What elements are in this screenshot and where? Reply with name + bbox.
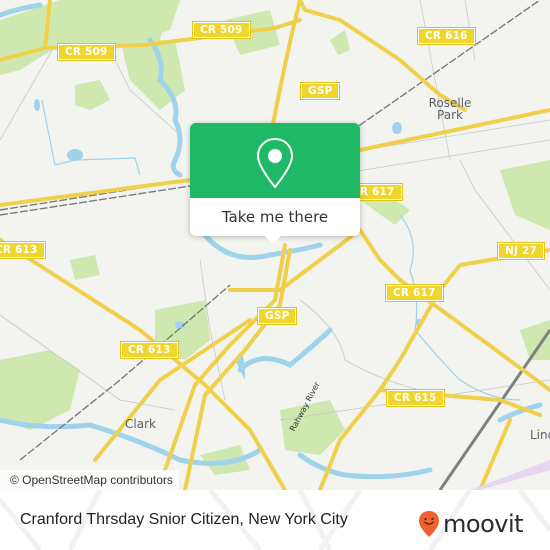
- road-shield-cr615: CR 615: [386, 389, 445, 407]
- road-shield-nj27: NJ 27: [497, 242, 545, 260]
- moovit-logo-text: moovit: [443, 510, 524, 538]
- stream: [41, 99, 141, 176]
- park-area: [75, 80, 110, 110]
- road-shield-cr613: CR 613: [120, 341, 179, 359]
- road-shield-cr509: CR 509: [57, 43, 116, 61]
- map-attribution[interactable]: © OpenStreetMap contributors: [0, 470, 179, 490]
- park-area: [0, 350, 80, 430]
- map-base-layer: [0, 0, 550, 490]
- location-title: Cranford Thrsday Snior Citizen, New York…: [20, 511, 348, 528]
- map-view[interactable]: CR 509 CR 509 CR 616 GSP CR 617 CR 613 N…: [0, 0, 550, 490]
- river: [202, 232, 323, 260]
- road-shield-gsp: GSP: [256, 307, 298, 325]
- road-shield-cr509: CR 509: [192, 21, 251, 39]
- pond: [67, 149, 83, 161]
- place-label-linden: Lind: [530, 428, 550, 442]
- main-railway: [438, 329, 550, 490]
- pond: [34, 99, 40, 111]
- park-area: [330, 30, 350, 55]
- popup-pointer: [264, 235, 282, 244]
- road-shield-gsp: GSP: [299, 82, 341, 100]
- moovit-logo[interactable]: moovit: [418, 508, 524, 540]
- pond: [392, 122, 402, 134]
- highway-gsp: [268, 0, 302, 142]
- place-label-roselle-park: Roselle Park: [428, 96, 472, 122]
- park-area: [70, 255, 100, 280]
- railway: [438, 329, 550, 490]
- minor-road: [299, 299, 421, 391]
- industrial-area: [470, 460, 550, 490]
- location-popup[interactable]: Take me there: [190, 123, 360, 244]
- moovit-logo-icon: [419, 511, 439, 537]
- park-area: [500, 160, 550, 230]
- popup-header: [190, 123, 360, 198]
- location-pin-icon: [256, 137, 294, 189]
- road-shield-cr613: CR 613: [0, 241, 46, 259]
- footer: Cranford Thrsday Snior Citizen, New York…: [0, 490, 550, 550]
- place-label-clark: Clark: [125, 417, 156, 431]
- take-me-there-button[interactable]: Take me there: [190, 198, 360, 236]
- road-shield-cr616: CR 616: [417, 27, 476, 45]
- road-shield-cr617: CR 617: [385, 284, 444, 302]
- highway-road: [0, 178, 192, 207]
- river: [297, 452, 433, 480]
- highways: [0, 0, 550, 490]
